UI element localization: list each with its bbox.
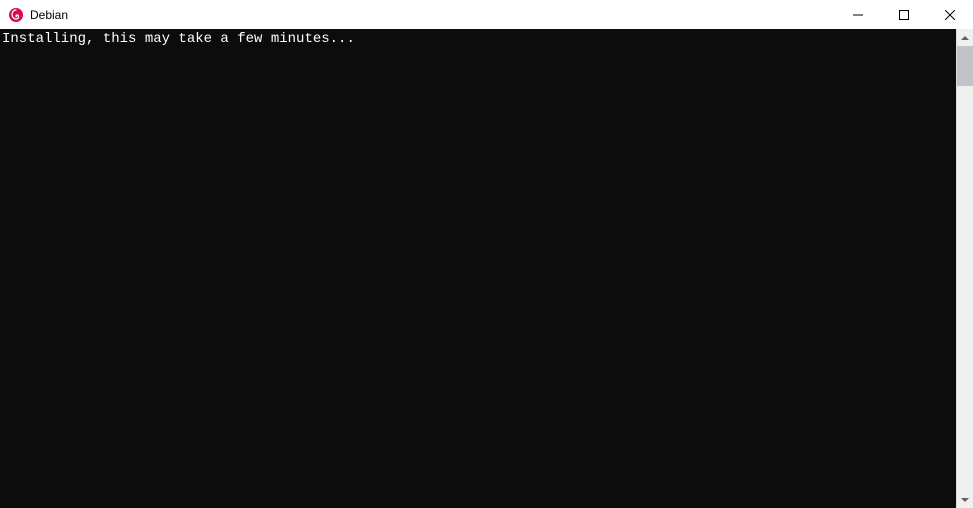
terminal-line: Installing, this may take a few minutes.…	[2, 31, 355, 47]
scroll-down-button[interactable]	[957, 491, 973, 508]
vertical-scrollbar[interactable]	[956, 29, 973, 508]
titlebar: Debian	[0, 0, 973, 29]
close-button[interactable]	[927, 0, 973, 29]
close-icon	[945, 10, 955, 20]
chevron-down-icon	[961, 498, 969, 502]
maximize-icon	[899, 10, 909, 20]
window-controls	[835, 0, 973, 29]
debian-swirl-icon	[8, 7, 24, 23]
scroll-thumb[interactable]	[957, 46, 973, 86]
minimize-button[interactable]	[835, 0, 881, 29]
scroll-track[interactable]	[957, 46, 973, 491]
titlebar-left: Debian	[0, 7, 68, 23]
window-title: Debian	[30, 8, 68, 22]
scroll-up-button[interactable]	[957, 29, 973, 46]
terminal-wrapper: Installing, this may take a few minutes.…	[0, 29, 973, 508]
terminal-output[interactable]: Installing, this may take a few minutes.…	[0, 29, 956, 508]
maximize-button[interactable]	[881, 0, 927, 29]
minimize-icon	[853, 10, 863, 20]
chevron-up-icon	[961, 36, 969, 40]
